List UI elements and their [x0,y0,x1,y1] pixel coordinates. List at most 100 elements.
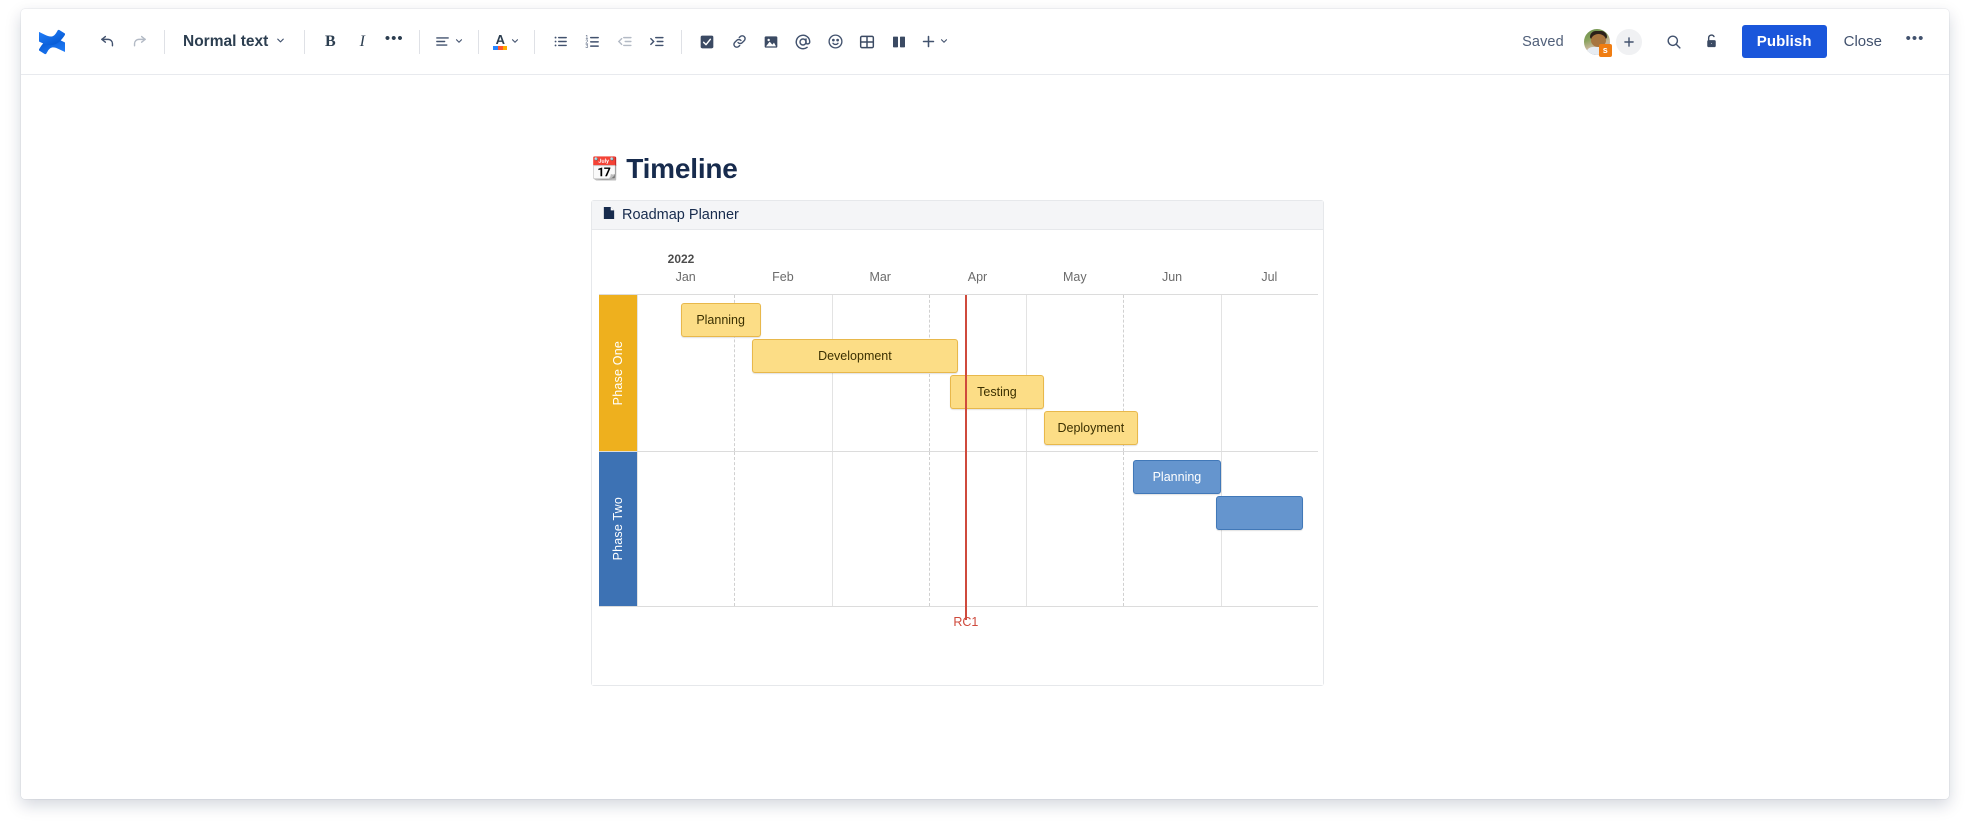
link-button[interactable] [723,26,755,58]
macro-body: 2022 Jan Feb Mar Apr May Jun Jul Phase One Plann… [592,230,1323,685]
gantt-gridline [637,452,638,606]
italic-label: I [359,32,365,50]
gantt-bar[interactable]: Deployment [1043,411,1138,445]
document-content: 📆 Timeline Roadmap Planner 2022 Jan Feb Mar… [591,75,1391,686]
gantt-milestone-line[interactable] [964,295,967,620]
gantt-bar-label: Testing [977,385,1017,399]
gantt-timeline-header: 2022 Jan Feb Mar Apr May Jun Jul [599,246,1318,294]
gantt-month-label: Jan [675,270,696,284]
insert-more-button[interactable] [915,26,954,58]
bold-button[interactable]: B [314,26,346,58]
gantt-gridline [1026,295,1028,451]
macro-header: Roadmap Planner [592,201,1323,230]
image-button[interactable] [755,26,787,58]
undo-button[interactable] [91,26,123,58]
more-options-label: ••• [1905,30,1925,47]
action-item-button[interactable] [691,26,723,58]
page-icon [603,206,615,225]
toolbar-divider [419,29,421,54]
svg-text:3: 3 [585,44,588,50]
roadmap-gantt-chart[interactable]: 2022 Jan Feb Mar Apr May Jun Jul Phase One Plann… [599,246,1318,633]
publish-button[interactable]: Publish [1741,25,1827,58]
text-style-label: Normal text [183,32,269,50]
gantt-milestone-labels: RC1 [599,607,1318,633]
gantt-lane-label-text: Phase One [611,340,625,406]
roadmap-macro-panel[interactable]: Roadmap Planner 2022 Jan Feb Mar Apr May Jun Ju… [591,200,1324,686]
gantt-gridline [734,452,736,606]
gantt-gridline [637,295,638,451]
gantt-bar-label: Development [818,349,892,363]
gantt-grid: Phase One Planning Development Testing Deplo… [599,294,1318,620]
gantt-bar[interactable] [1215,496,1304,530]
text-style-dropdown[interactable]: Normal text [174,26,295,58]
add-people-button[interactable] [1613,26,1644,57]
save-status: Saved [1522,33,1564,50]
gantt-lane-label-text: Phase Two [611,497,625,561]
indent-button[interactable] [640,26,672,58]
restrictions-unlock-icon[interactable] [1696,26,1728,58]
gantt-month-label: Jun [1161,270,1183,284]
numbered-list-button[interactable]: 123 [576,26,608,58]
avatar-badge: s [1598,44,1612,57]
page-title[interactable]: 📆 Timeline [591,153,1391,185]
gantt-bar-label: Deployment [1057,421,1125,435]
page-title-text: Timeline [626,153,738,184]
gantt-month-label: Feb [772,270,794,284]
gantt-lane-body: Planning Development Testing Deployment [637,295,1318,451]
toolbar-divider [478,29,480,54]
toolbar-divider [534,29,536,54]
gantt-gridline [1220,295,1222,451]
gantt-bar[interactable]: Planning [1133,460,1221,494]
document-canvas[interactable]: 📆 Timeline Roadmap Planner 2022 Jan Feb Mar… [21,75,1949,799]
gantt-month-label: Mar [869,270,891,284]
text-color-icon: A [493,33,508,50]
confluence-editor-window: Normal text B I ••• A 1 2 3 Saved s Publ… [21,9,1949,799]
gantt-bar[interactable]: Development [751,339,959,373]
gantt-gridline [928,452,930,606]
redo-button[interactable] [123,26,155,58]
more-options-button[interactable]: ••• [1899,26,1931,58]
gantt-bar-label: Planning [1152,470,1202,484]
emoji-button[interactable] [819,26,851,58]
gantt-lane-label[interactable]: Phase One [599,295,637,451]
bulleted-list-button[interactable] [544,26,576,58]
gantt-lane-body: Planning [637,452,1318,606]
toolbar-left-group: Normal text B I ••• A 1 2 3 [35,25,954,59]
gantt-lane: Phase One Planning Development Testing Deplo… [599,295,1318,451]
gantt-gridline [928,295,930,451]
toolbar-right-group: Saved s Publish Close ••• [1522,25,1931,58]
gantt-lane-label[interactable]: Phase Two [599,452,637,606]
toolbar-divider [164,29,165,54]
outdent-button[interactable] [608,26,640,58]
gantt-month-label: May [1062,270,1087,284]
layouts-button[interactable] [883,26,915,58]
gantt-gridline [831,452,833,606]
macro-title: Roadmap Planner [622,207,739,223]
gantt-month-label: Apr [967,270,988,284]
chevron-down-icon [454,33,464,51]
more-formatting-button[interactable]: ••• [378,26,410,58]
chevron-down-icon [939,33,949,51]
table-button[interactable] [851,26,883,58]
gantt-bar[interactable]: Planning [680,303,761,337]
toolbar-divider [304,29,306,54]
chevron-down-icon [275,33,286,51]
gantt-gridline [1123,452,1125,606]
confluence-logo-icon[interactable] [35,25,69,59]
search-button[interactable] [1658,26,1690,58]
editor-toolbar: Normal text B I ••• A 1 2 3 Saved s Publ… [21,9,1949,75]
text-color-button[interactable]: A [488,26,525,58]
close-button[interactable]: Close [1831,25,1895,58]
collaborators-group: s [1581,26,1644,57]
gantt-gridline [1026,452,1028,606]
chevron-down-icon [510,33,520,51]
more-formatting-label: ••• [384,30,404,47]
mention-button[interactable] [787,26,819,58]
gantt-month-label: Jul [1261,270,1278,284]
italic-button[interactable]: I [346,26,378,58]
gantt-gridline [831,295,833,451]
text-alignment-button[interactable] [429,26,469,58]
toolbar-divider [681,29,683,54]
gantt-bar-label: Planning [696,313,745,327]
gantt-lane: Phase Two Planning [599,451,1318,607]
